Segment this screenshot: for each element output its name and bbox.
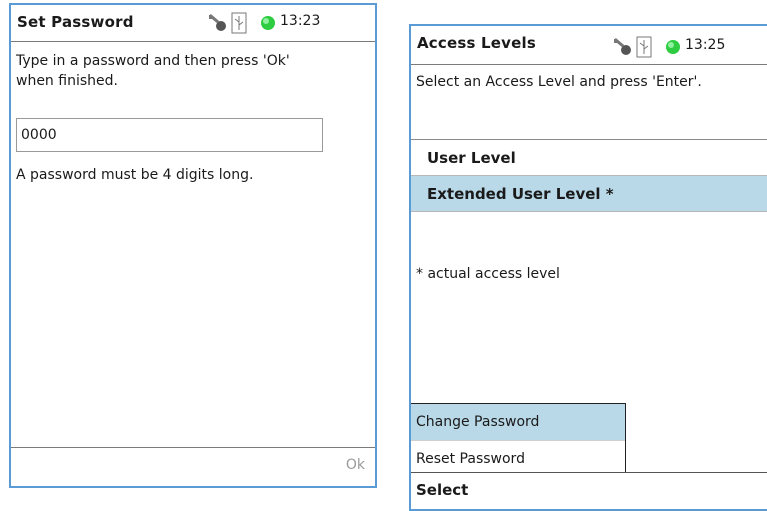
green-led-icon — [261, 16, 275, 30]
title-bar: Set Password 13:23 — [11, 5, 375, 42]
green-led-icon — [666, 40, 680, 54]
clock: 13:23 — [280, 13, 321, 29]
password-field[interactable] — [16, 118, 323, 152]
instruction-text: Select an Access Level and press 'Enter'… — [416, 74, 702, 90]
set-password-screen: Set Password 13:23 Type in a password an… — [9, 3, 377, 488]
clock: 13:25 — [685, 37, 726, 53]
access-level-list: User Level Extended User Level * — [411, 139, 767, 212]
menu-item-change-password[interactable]: Change Password — [411, 404, 625, 440]
page-title: Access Levels — [417, 34, 536, 52]
usb-icon — [231, 12, 247, 34]
list-item-user-level[interactable]: User Level — [411, 140, 767, 176]
select-softkey[interactable]: Select — [416, 481, 468, 499]
context-menu: Change Password Reset Password — [411, 403, 626, 477]
access-levels-screen: Access Levels 13:25 Select an Access Lev… — [409, 24, 767, 511]
key-icon — [208, 14, 226, 31]
key-icon — [613, 38, 631, 55]
softkey-bar: Select — [411, 472, 767, 509]
hint-text: A password must be 4 digits long. — [16, 167, 254, 183]
list-item-extended-user-level[interactable]: Extended User Level * — [411, 176, 767, 212]
title-bar: Access Levels 13:25 — [411, 26, 767, 65]
ok-button[interactable]: Ok — [346, 457, 365, 473]
access-level-note: * actual access level — [416, 266, 560, 282]
page-title: Set Password — [17, 13, 134, 31]
usb-icon — [636, 36, 652, 58]
instruction-text: Type in a password and then press 'Ok' w… — [16, 53, 290, 89]
softkey-bar: Ok — [11, 447, 375, 486]
